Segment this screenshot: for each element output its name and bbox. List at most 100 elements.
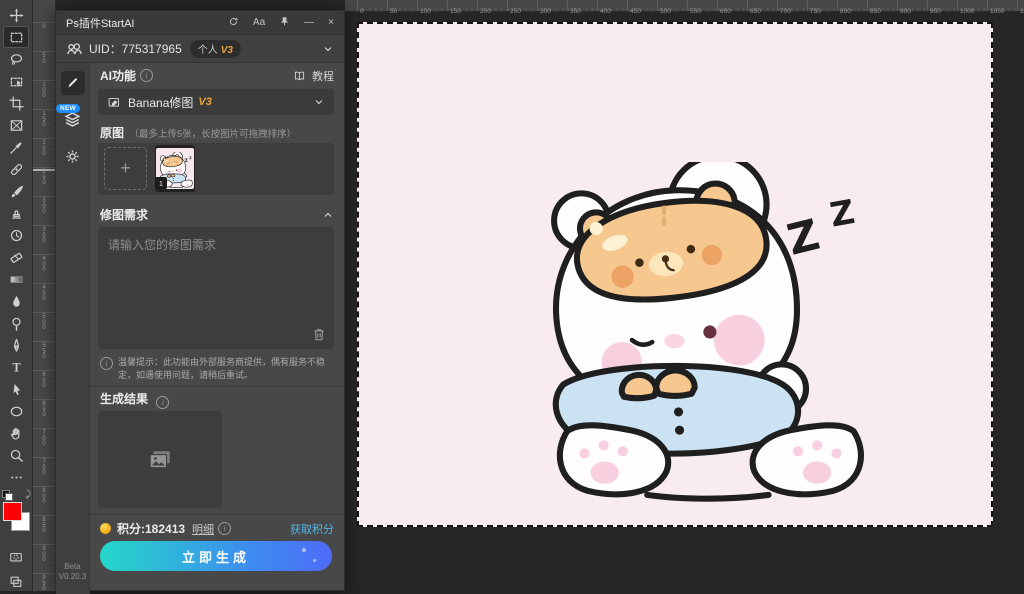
- color-swatches: ⤸: [1, 492, 31, 541]
- generate-button[interactable]: 立即生成: [100, 541, 332, 571]
- brush-tool[interactable]: [3, 180, 29, 202]
- minimize-icon[interactable]: —: [304, 11, 314, 34]
- result-placeholder-box: [98, 411, 222, 508]
- feature-version: V3: [198, 96, 211, 108]
- ruler-tick: 9 5 0: [33, 573, 55, 593]
- sparkle-icon: [313, 559, 316, 562]
- ruler-tick: 400: [597, 0, 611, 11]
- ruler-tick: 550: [687, 0, 701, 11]
- object-selection-tool[interactable]: [3, 70, 29, 92]
- startai-plugin-panel: Ps插件StartAI Aa — × UID：775317965 个人V3 NE…: [55, 10, 345, 591]
- users-icon: [66, 42, 82, 56]
- ruler-tick: 300: [537, 0, 551, 11]
- ruler-tick: 700: [777, 0, 791, 11]
- points-label: 积分:: [117, 520, 145, 537]
- thumbnail-order-badge: 1: [155, 177, 167, 189]
- layers-tab[interactable]: NEW: [64, 111, 81, 133]
- history-brush-tool[interactable]: [3, 224, 29, 246]
- coin-icon: [100, 523, 111, 534]
- feature-dropdown[interactable]: Banana修图 V3: [98, 89, 334, 115]
- ruler-tick: 1000: [957, 0, 974, 11]
- ruler-tick: 6 5 0: [33, 399, 55, 419]
- close-icon[interactable]: ×: [328, 11, 334, 34]
- quick-mask-button[interactable]: [3, 547, 29, 566]
- crop-tool[interactable]: [3, 92, 29, 114]
- account-bar[interactable]: UID：775317965 个人V3: [56, 35, 344, 63]
- info-icon[interactable]: i: [156, 396, 169, 409]
- ruler-tick: 50: [387, 0, 397, 11]
- uid-text: UID：775317965: [89, 40, 182, 57]
- rectangular-marquee-tool[interactable]: [3, 26, 29, 48]
- pin-icon[interactable]: [279, 11, 290, 34]
- chevron-up-icon[interactable]: [322, 209, 334, 221]
- type-tool[interactable]: T: [3, 356, 29, 378]
- font-size-icon[interactable]: Aa: [253, 11, 265, 34]
- layers-icon: [64, 111, 81, 128]
- hand-tool[interactable]: [3, 422, 29, 444]
- chevron-down-icon: [313, 96, 325, 108]
- ruler-tick: 3 5 0: [33, 225, 55, 245]
- plugin-titlebar[interactable]: Ps插件StartAI Aa — ×: [56, 11, 344, 35]
- plugin-side-strip: NEW BetaV0.20.3: [56, 63, 90, 594]
- lasso-tool[interactable]: [3, 48, 29, 70]
- edit-toolbar-tool[interactable]: [3, 466, 29, 488]
- ruler-tick: 650: [747, 0, 761, 11]
- pencil-icon: [66, 76, 80, 90]
- ellipse-shape-tool[interactable]: [3, 400, 29, 422]
- pen-tool[interactable]: [3, 334, 29, 356]
- info-icon[interactable]: i: [140, 69, 153, 82]
- edit-tab[interactable]: [61, 71, 85, 95]
- ruler-tick: 900: [897, 0, 911, 11]
- document-canvas[interactable]: [357, 22, 993, 527]
- default-colors-icon[interactable]: [2, 490, 11, 499]
- swap-colors-icon[interactable]: ⤸: [26, 489, 31, 500]
- frame-tool[interactable]: [3, 114, 29, 136]
- info-icon[interactable]: i: [218, 522, 231, 535]
- uploaded-thumbnail[interactable]: 1: [155, 145, 195, 192]
- ruler-tick: 3 0 0: [33, 196, 55, 216]
- settings-tab[interactable]: [65, 149, 80, 169]
- ruler-tick: 350: [567, 0, 581, 11]
- move-tool[interactable]: [3, 4, 29, 26]
- ruler-tick: 4 0 0: [33, 254, 55, 274]
- ruler-tick: 250: [507, 0, 521, 11]
- zoom-tool[interactable]: [3, 444, 29, 466]
- eyedropper-tool[interactable]: [3, 136, 29, 158]
- version-label: BetaV0.20.3: [59, 562, 87, 582]
- dodge-tool[interactable]: [3, 312, 29, 334]
- tutorial-button[interactable]: 教程: [293, 68, 334, 84]
- horizontal-ruler: 0501001502002503003504004505005506006507…: [345, 0, 1024, 12]
- spot-healing-tool[interactable]: [3, 158, 29, 180]
- ruler-tick: 1050: [987, 0, 1004, 11]
- quick-mask-icon: [8, 550, 24, 564]
- clone-stamp-tool[interactable]: [3, 202, 29, 224]
- points-bar: 积分: 182413 明细 i 获取积分: [100, 520, 334, 537]
- ruler-tick: 8 5 0: [33, 515, 55, 535]
- new-badge: NEW: [56, 104, 80, 113]
- ruler-tick: 2 5 0: [33, 167, 55, 187]
- points-detail-link[interactable]: 明细: [192, 521, 214, 537]
- trash-icon[interactable]: [312, 327, 326, 342]
- service-notice: i 温馨提示：此功能由外部服务商提供，偶有服务不稳定，如遇使用问题，请稍后重试。: [100, 356, 336, 381]
- ruler-tick: 7 5 0: [33, 457, 55, 477]
- eraser-tool[interactable]: [3, 246, 29, 268]
- earn-points-link[interactable]: 获取积分: [290, 521, 334, 537]
- feature-name: Banana修图: [128, 94, 193, 111]
- screen-mode-icon: [8, 575, 24, 589]
- chevron-down-icon[interactable]: [322, 43, 334, 55]
- foreground-color-swatch[interactable]: [3, 502, 22, 521]
- request-textarea[interactable]: 请输入您的修图需求: [98, 227, 334, 349]
- path-selection-tool[interactable]: [3, 378, 29, 400]
- ruler-tick: 2 0 0: [33, 138, 55, 158]
- blur-tool[interactable]: [3, 290, 29, 312]
- plugin-title: Ps插件StartAI: [66, 15, 134, 31]
- gradient-tool[interactable]: [3, 268, 29, 290]
- refresh-icon[interactable]: [228, 11, 239, 34]
- info-icon: i: [100, 357, 113, 370]
- source-section: 原图 （最多上传5张，长按图片可拖拽排序）: [100, 124, 296, 141]
- upload-area: + 1: [98, 143, 334, 195]
- screen-mode-button[interactable]: [3, 572, 29, 591]
- vertical-ruler: 05 01 0 01 5 02 0 02 5 03 0 03 5 04 0 04…: [33, 0, 56, 591]
- ruler-tick: 750: [807, 0, 821, 11]
- add-image-button[interactable]: +: [104, 147, 147, 190]
